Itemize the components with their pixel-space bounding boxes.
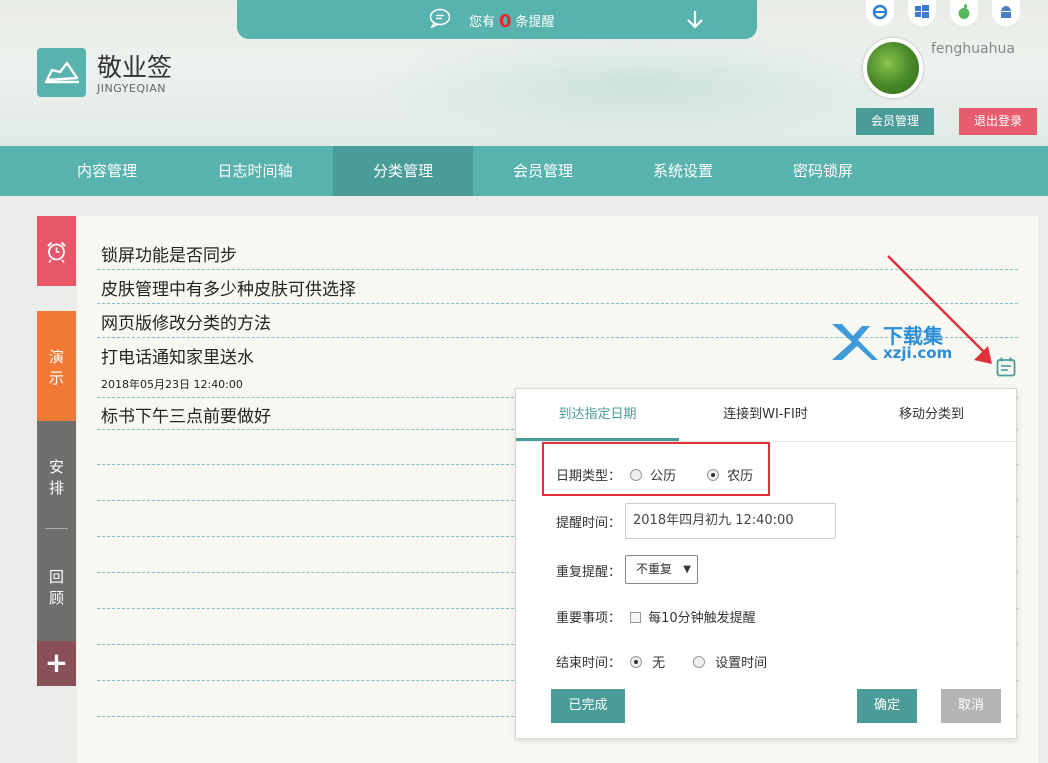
username: fenghuahua bbox=[931, 41, 1015, 57]
tab-specified-date[interactable]: 到达指定日期 bbox=[516, 389, 679, 441]
demo-tab[interactable]: 演示 bbox=[37, 311, 76, 421]
done-button[interactable]: 已完成 bbox=[551, 689, 625, 723]
tab-move-category[interactable]: 移动分类到 bbox=[850, 389, 1013, 441]
apple-icon[interactable] bbox=[950, 0, 978, 26]
radio-solar[interactable] bbox=[630, 469, 642, 481]
note-date: 2018年05月23日 12:40:00 bbox=[101, 378, 243, 391]
android-icon[interactable] bbox=[992, 0, 1020, 26]
repeat-label: 重复提醒： bbox=[556, 565, 622, 580]
alarm-tab[interactable] bbox=[37, 216, 76, 286]
chat-bubble-icon bbox=[429, 8, 451, 28]
app-logo bbox=[37, 48, 86, 97]
radio-end-set[interactable] bbox=[693, 656, 705, 668]
end-time-none-option[interactable]: 无 bbox=[630, 652, 665, 671]
reminder-notice-text: 您有 0 条提醒 bbox=[469, 11, 555, 32]
note-item[interactable]: 打电话通知家里送水 bbox=[101, 343, 254, 368]
confirm-button[interactable]: 确定 bbox=[857, 689, 917, 723]
logo-icon bbox=[45, 61, 79, 84]
watermark-url: xzji.com bbox=[883, 344, 953, 362]
watermark-logo-icon bbox=[832, 324, 878, 360]
nav-item-content[interactable]: 内容管理 bbox=[37, 146, 177, 196]
end-time-label: 结束时间： bbox=[556, 656, 622, 671]
reminder-count: 0 bbox=[499, 11, 512, 32]
logout-button[interactable]: 退出登录 bbox=[959, 108, 1037, 135]
tab-wifi-connect[interactable]: 连接到WI-FI时 bbox=[684, 389, 847, 441]
alarm-clock-icon bbox=[47, 241, 66, 263]
plan-tab-label[interactable]: 安排 bbox=[37, 457, 76, 499]
radio-lunar[interactable] bbox=[707, 469, 719, 481]
cancel-button[interactable]: 取消 bbox=[941, 689, 1001, 723]
add-note-button[interactable]: + bbox=[37, 641, 76, 686]
avatar[interactable] bbox=[863, 38, 923, 98]
radio-end-none[interactable] bbox=[630, 656, 642, 668]
calendar-icon[interactable] bbox=[995, 356, 1017, 378]
important-checkbox[interactable] bbox=[630, 612, 641, 623]
nav-item-category[interactable]: 分类管理 bbox=[333, 146, 473, 196]
repeat-select[interactable]: 不重复 ▼ bbox=[625, 555, 698, 584]
important-option[interactable]: 每10分钟触发提醒 bbox=[630, 607, 756, 626]
nav-item-lockscreen[interactable]: 密码锁屏 bbox=[753, 146, 893, 196]
review-tab-label[interactable]: 回顾 bbox=[37, 567, 76, 609]
reminder-notice-bar[interactable]: 您有 0 条提醒 bbox=[237, 0, 757, 39]
demo-tab-label: 演示 bbox=[48, 348, 64, 387]
ie-icon[interactable] bbox=[866, 0, 894, 26]
windows-icon[interactable] bbox=[908, 0, 936, 26]
note-item[interactable]: 皮肤管理中有多少种皮肤可供选择 bbox=[101, 275, 356, 300]
brand-pinyin: JINGYEQIAN bbox=[97, 82, 167, 95]
member-management-button[interactable]: 会员管理 bbox=[856, 108, 934, 135]
date-type-label: 日期类型： bbox=[556, 469, 622, 484]
date-type-lunar-option[interactable]: 农历 bbox=[707, 465, 753, 484]
header: 您有 0 条提醒 敬业签 JINGYEQIAN fenghuahua 会员管理 退出… bbox=[0, 0, 1048, 146]
note-item[interactable]: 锁屏功能是否同步 bbox=[101, 241, 237, 266]
remind-time-input[interactable]: 2018年四月初九 12:40:00 bbox=[625, 503, 836, 539]
dropdown-caret-icon: ▼ bbox=[683, 564, 691, 575]
important-label: 重要事项： bbox=[556, 611, 622, 626]
arrow-down-icon[interactable] bbox=[684, 8, 706, 30]
brand-name: 敬业签 bbox=[97, 53, 173, 82]
remind-time-label: 提醒时间： bbox=[556, 516, 622, 531]
tab-divider bbox=[45, 528, 68, 529]
plan-review-tab[interactable]: 安排 回顾 bbox=[37, 421, 76, 641]
main-nav: 内容管理 日志时间轴 分类管理 会员管理 系统设置 密码锁屏 bbox=[0, 146, 1048, 196]
header-background bbox=[360, 30, 920, 140]
note-item[interactable]: 标书下午三点前要做好 bbox=[101, 402, 271, 427]
nav-item-member[interactable]: 会员管理 bbox=[473, 146, 613, 196]
note-item[interactable]: 网页版修改分类的方法 bbox=[101, 309, 271, 334]
nav-item-timeline[interactable]: 日志时间轴 bbox=[185, 146, 325, 196]
end-time-set-option[interactable]: 设置时间 bbox=[693, 652, 767, 671]
watermark: 下载集 xzji.com bbox=[828, 320, 968, 366]
nav-item-settings[interactable]: 系统设置 bbox=[613, 146, 753, 196]
reminder-settings-popup: 到达指定日期 连接到WI-FI时 移动分类到 日期类型： 公历 农历 提醒时间：… bbox=[515, 388, 1017, 739]
date-type-solar-option[interactable]: 公历 bbox=[630, 465, 676, 484]
